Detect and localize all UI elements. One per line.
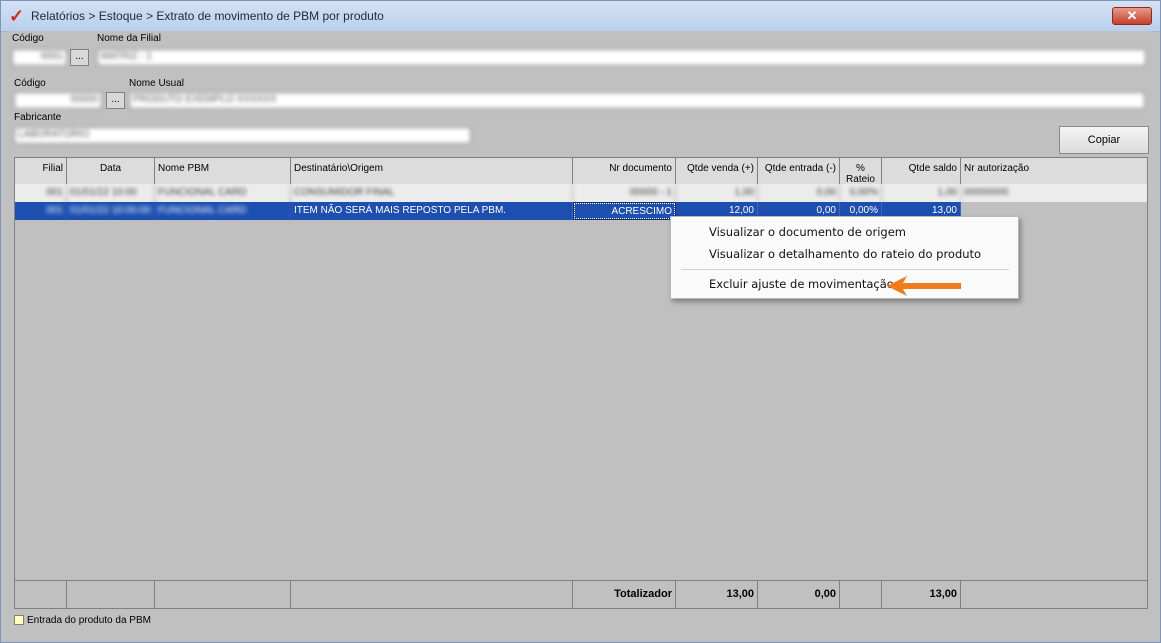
total-qtde-venda: 13,00 xyxy=(676,581,758,608)
legend-label: Entrada do produto da PBM xyxy=(27,615,151,626)
table-row[interactable]: 001 01/01/22 10:00 FUNCIONAL CARD CONSUM… xyxy=(15,184,1147,202)
col-header-qtde-entrada[interactable]: Qtde entrada (-) xyxy=(758,158,840,184)
col-header-qtde-saldo[interactable]: Qtde saldo xyxy=(882,158,961,184)
produto-search-button[interactable]: ... xyxy=(106,92,125,109)
cell-nr-documento: 00000 - 1 xyxy=(573,184,676,202)
produto-codigo-field[interactable]: 00000 xyxy=(14,92,102,109)
cell-qtde-entrada: 0,00 xyxy=(758,184,840,202)
col-header-filial[interactable]: Filial xyxy=(15,158,67,184)
footer-cell xyxy=(961,581,1147,608)
fabricante-label: Fabricante xyxy=(14,112,62,123)
legend: Entrada do produto da PBM xyxy=(14,615,151,626)
cell-qtde-venda: 1,00 xyxy=(676,184,758,202)
totals-footer: Totalizador 13,00 0,00 13,00 xyxy=(14,580,1148,609)
footer-cell xyxy=(291,581,573,608)
footer-cell xyxy=(840,581,882,608)
cell-nr-documento-focused[interactable]: ACRESCIMO xyxy=(573,202,676,220)
legend-color-box xyxy=(14,615,24,626)
menu-item-excluir-ajuste[interactable]: Excluir ajuste de movimentação xyxy=(709,277,894,291)
filial-nome-field[interactable]: MATRIZ - 1 xyxy=(97,49,1146,66)
cell-filial: 001 xyxy=(15,202,67,220)
footer-cell xyxy=(155,581,291,608)
cell-destinatario: CONSUMIDOR FINAL xyxy=(291,184,573,202)
menu-item-visualizar-rateio[interactable]: Visualizar o detalhamento do rateio do p… xyxy=(709,247,981,261)
cell-data: 01/01/22 10:00:00 xyxy=(67,202,155,220)
filial-nome-label: Nome da Filial xyxy=(97,33,161,44)
col-header-rateio[interactable]: % Rateio xyxy=(840,158,882,184)
produto-nome-field[interactable]: PRODUTO EXEMPLO XXXXXX xyxy=(129,92,1145,109)
check-logo-icon: ✓ xyxy=(9,6,25,26)
totalizador-label: Totalizador xyxy=(573,581,676,608)
title-bar[interactable]: ✓ Relatórios > Estoque > Extrato de movi… xyxy=(1,1,1160,32)
total-qtde-entrada: 0,00 xyxy=(758,581,840,608)
client-area: Código 0001 ... Nome da Filial MATRIZ - … xyxy=(9,31,1152,636)
col-header-qtde-venda[interactable]: Qtde venda (+) xyxy=(676,158,758,184)
arrow-pointer-icon xyxy=(887,276,961,296)
filial-search-button[interactable]: ... xyxy=(70,49,89,66)
fabricante-field[interactable]: LABORATORIO xyxy=(14,127,471,144)
produto-nome-label: Nome Usual xyxy=(129,78,185,89)
cell-qtde-saldo: 1,00 xyxy=(882,184,961,202)
col-header-nome-pbm[interactable]: Nome PBM xyxy=(155,158,291,184)
report-window: ✓ Relatórios > Estoque > Extrato de movi… xyxy=(0,0,1161,643)
cell-destinatario: ITEM NÃO SERÁ MAIS REPOSTO PELA PBM. xyxy=(291,202,573,220)
col-header-data[interactable]: Data xyxy=(67,158,155,184)
footer-cell xyxy=(15,581,67,608)
menu-separator xyxy=(681,269,1009,270)
menu-item-visualizar-documento[interactable]: Visualizar o documento de origem xyxy=(709,225,906,239)
filial-codigo-label: Código xyxy=(12,33,44,44)
col-header-destinatario[interactable]: Destinatário\Origem xyxy=(291,158,573,184)
footer-cell xyxy=(67,581,155,608)
filial-codigo-field[interactable]: 0001 xyxy=(12,49,67,66)
total-qtde-saldo: 13,00 xyxy=(882,581,961,608)
context-menu: Visualizar o documento de origem Visuali… xyxy=(670,216,1019,299)
window-title: Relatórios > Estoque > Extrato de movime… xyxy=(31,9,384,23)
produto-codigo-label: Código xyxy=(14,78,46,89)
copiar-button[interactable]: Copiar xyxy=(1059,126,1149,154)
cell-data: 01/01/22 10:00 xyxy=(67,184,155,202)
cell-rateio: 0,00% xyxy=(840,184,882,202)
col-header-nr-autorizacao[interactable]: Nr autorização xyxy=(961,158,1147,184)
col-header-nr-documento[interactable]: Nr documento xyxy=(573,158,676,184)
cell-filial: 001 xyxy=(15,184,67,202)
cell-nr-autorizacao: 00000000 xyxy=(964,187,1009,198)
grid-header: Filial Data Nome PBM Destinatário\Origem… xyxy=(15,158,1147,185)
close-button[interactable]: ✕ xyxy=(1112,7,1152,25)
cell-nome-pbm: FUNCIONAL CARD xyxy=(155,202,291,220)
cell-nome-pbm: FUNCIONAL CARD xyxy=(155,184,291,202)
